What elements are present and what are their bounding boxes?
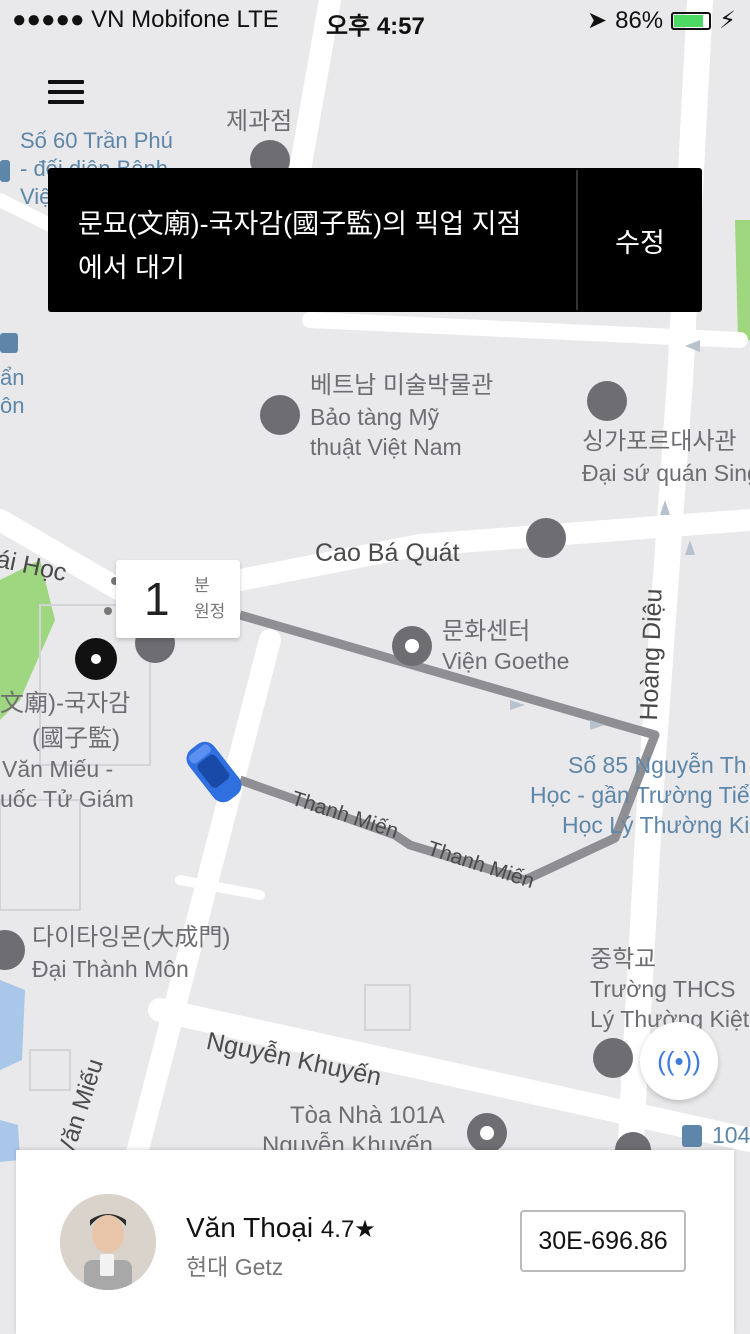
carrier-label: ●●●●● VN Mobifone LTE <box>12 6 279 33</box>
map-label: Hoàng Diệu <box>634 588 668 722</box>
map-label: Tòa Nhà 101A <box>290 1102 445 1129</box>
status-bar: ●●●●● VN Mobifone LTE 오후 4:57 ➤ 86% ⚡ <box>0 0 750 40</box>
license-plate: 30E-696.86 <box>520 1210 686 1272</box>
map-label: Viện Goethe <box>442 648 570 674</box>
map-label: Học - gần Trường Tiể <box>530 782 750 808</box>
driver-name-row: Văn Thoại 4.7★ <box>186 1212 376 1244</box>
eta-value: 1 <box>144 573 170 625</box>
map-label: thuật Việt Nam <box>310 434 462 460</box>
map-label: Trường THCS <box>590 976 736 1002</box>
bus-icon <box>682 1125 702 1147</box>
driver-rating: 4.7★ <box>320 1216 376 1243</box>
status-right: ➤ 86% ⚡ <box>587 6 736 35</box>
driver-card[interactable]: Văn Thoại 4.7★ 현대 Getz 30E-696.86 <box>16 1150 734 1334</box>
map-label: 중학교 <box>590 946 657 973</box>
map-label: 싱가포르대사관 <box>582 428 737 455</box>
map-label: ẩn <box>0 365 25 390</box>
map-label: Văn Miếu - <box>2 756 114 782</box>
map-label: Học Lý Thường Ki <box>562 812 750 838</box>
bus-icon <box>0 160 10 182</box>
map-label: Số 85 Nguyễn Th <box>568 752 747 778</box>
school-icon <box>593 1038 633 1078</box>
map-label: 다이타잉몬(大成門) <box>32 924 231 951</box>
eta-unit-line2: 원정 <box>194 602 226 621</box>
bus-icon <box>0 333 18 353</box>
map-label: 104 <box>712 1122 750 1148</box>
battery-icon <box>671 11 712 30</box>
map-label: Đại sứ quán Sing <box>582 460 750 486</box>
map-label: 베트남 미술박물관 <box>310 372 494 399</box>
driver-name: Văn Thoại <box>186 1212 314 1243</box>
museum-icon <box>260 395 300 435</box>
map-label: 문화센터 <box>442 618 531 645</box>
pickup-banner: 문묘(文廟)-국자감(國子監)의 픽업 지점에서 대기 수정 <box>48 168 702 312</box>
map-label: 제과점 <box>226 108 293 135</box>
water-area <box>0 980 25 1070</box>
map-label: 文廟)-국자감 <box>0 690 131 717</box>
map-label: uốc Tử Giám <box>0 786 134 812</box>
eta-bubble: 1 분 원정 <box>116 560 240 638</box>
driver-avatar[interactable] <box>60 1194 156 1290</box>
pickup-message: 문묘(文廟)-국자감(國子監)의 픽업 지점에서 대기 <box>78 209 522 283</box>
menu-icon[interactable] <box>48 80 84 110</box>
map-label: Cao Bá Quát <box>315 539 460 567</box>
eta-unit: 분 원정 <box>194 573 225 625</box>
eta-unit-line1: 분 <box>194 576 210 595</box>
broadcast-button[interactable]: ((•)) <box>640 1022 718 1100</box>
map-label: (國子監) <box>32 725 120 752</box>
map-label: Việ <box>20 184 52 209</box>
map-label: Đại Thành Môn <box>32 956 189 982</box>
map-label: ôn <box>0 393 25 418</box>
map-label: Bảo tàng Mỹ <box>310 404 440 430</box>
broadcast-icon: ((•)) <box>657 1045 701 1076</box>
map-label: Số 60 Trần Phú <box>20 128 173 153</box>
status-time: 오후 4:57 <box>326 13 425 40</box>
charging-icon: ⚡ <box>719 7 736 34</box>
bar-icon <box>526 518 566 558</box>
battery-percent: 86% <box>615 6 664 34</box>
edit-button[interactable]: 수정 <box>578 168 702 312</box>
embassy-icon <box>587 381 627 421</box>
driver-car: 현대 Getz <box>186 1254 284 1280</box>
location-arrow-icon: ➤ <box>586 7 608 34</box>
